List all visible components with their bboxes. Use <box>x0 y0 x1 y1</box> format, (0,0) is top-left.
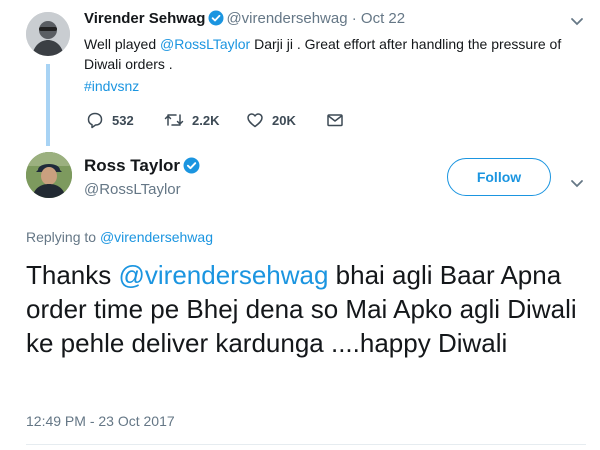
main-author-name[interactable]: Ross Taylor <box>84 156 180 175</box>
main-author-name-row: Ross Taylor <box>84 156 202 179</box>
reply-button[interactable]: 532 <box>86 110 134 130</box>
parent-text-prefix: Well played <box>84 36 161 52</box>
retweet-count: 2.2K <box>192 112 220 128</box>
retweet-button[interactable]: 2.2K <box>164 110 219 130</box>
main-avatar-image <box>26 152 72 198</box>
verified-badge-icon <box>208 10 224 31</box>
parent-avatar[interactable] <box>26 12 70 56</box>
parent-tweet-header: Virender Sehwag @virendersehwag · Oct 22 <box>84 10 405 31</box>
tweet-timestamp[interactable]: 12:49 PM - 23 Oct 2017 <box>26 412 175 430</box>
parent-author-handle[interactable]: @virendersehwag <box>226 10 347 27</box>
retweet-icon <box>164 114 184 126</box>
main-avatar[interactable] <box>26 152 72 198</box>
replying-to-line: Replying to @virendersehwag <box>26 228 213 246</box>
follow-button[interactable]: Follow <box>447 158 551 196</box>
like-count: 20K <box>272 112 296 128</box>
divider <box>26 444 586 445</box>
parent-mention-link[interactable]: @RossLTaylor <box>160 36 250 52</box>
tweet-thread: Virender Sehwag @virendersehwag · Oct 22 … <box>0 0 600 450</box>
verified-badge-icon <box>183 157 200 179</box>
main-text-prefix: Thanks <box>26 260 119 290</box>
like-button[interactable]: 20K <box>246 110 296 130</box>
main-tweet-text: Thanks @virendersehwag bhai agli Baar Ap… <box>26 258 586 360</box>
direct-message-button[interactable] <box>326 110 352 130</box>
chevron-down-icon[interactable] <box>570 14 584 26</box>
reply-count: 532 <box>112 112 134 128</box>
chevron-down-icon[interactable] <box>570 176 584 188</box>
hashtag-link[interactable]: #indvsnz <box>84 78 139 94</box>
main-mention-link[interactable]: @virendersehwag <box>119 260 329 290</box>
main-author-handle[interactable]: @RossLTaylor <box>84 180 181 200</box>
parent-tweet-date[interactable]: Oct 22 <box>361 10 405 27</box>
direct-message-icon <box>327 114 343 127</box>
parent-avatar-image <box>26 12 70 56</box>
replying-to-mention[interactable]: @virendersehwag <box>100 229 213 245</box>
parent-tweet-text: Well played @RossLTaylor Darji ji . Grea… <box>84 34 564 74</box>
hashtag-line: #indvsnz <box>84 76 139 96</box>
replying-to-label: Replying to <box>26 229 100 245</box>
reply-icon <box>87 112 103 129</box>
heart-icon <box>247 113 263 128</box>
separator-dot: · <box>351 10 357 27</box>
thread-connector-line <box>46 64 50 146</box>
parent-tweet: Virender Sehwag @virendersehwag · Oct 22 … <box>0 0 600 146</box>
parent-tweet-actions: 532 2.2K 20K <box>86 110 386 130</box>
parent-author-name[interactable]: Virender Sehwag <box>84 10 205 27</box>
